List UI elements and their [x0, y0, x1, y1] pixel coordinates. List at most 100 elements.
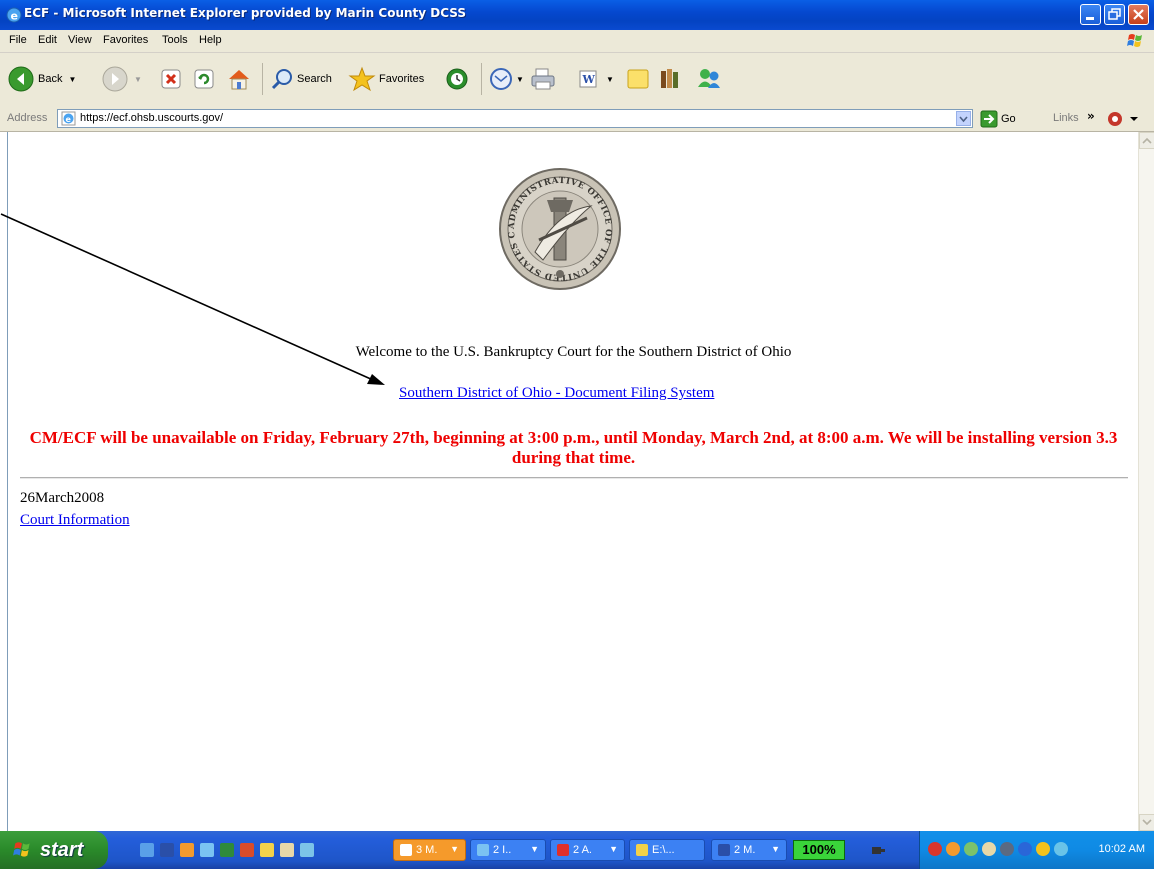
scroll-up-button[interactable] [1139, 132, 1154, 149]
home-button[interactable] [226, 63, 252, 95]
tray-security-icon[interactable] [1036, 842, 1050, 856]
ie-icon [477, 844, 489, 856]
edit-dropdown-icon[interactable]: ▼ [606, 75, 614, 84]
window-titlebar[interactable]: e ECF - Microsoft Internet Explorer prov… [0, 0, 1154, 30]
system-tray: 10:02 AM [919, 831, 1154, 869]
history-icon [446, 68, 468, 90]
quicklaunch-desktop-icon[interactable] [300, 843, 314, 857]
links-chevron-icon[interactable]: » [1087, 109, 1095, 123]
standard-toolbar: Back ▼ ▼ Search Favorites ▼ W ▼ [0, 53, 1154, 108]
tray-network-icon[interactable] [1000, 842, 1014, 856]
chevron-up-icon [1142, 137, 1152, 144]
close-button[interactable] [1128, 4, 1149, 25]
taskbar-task[interactable]: 2 A. ▼ [550, 839, 625, 861]
zoom-indicator[interactable]: 100% [793, 840, 845, 860]
forward-dropdown-icon[interactable]: ▼ [134, 75, 142, 84]
chevron-down-icon [959, 116, 968, 123]
refresh-button[interactable] [193, 63, 215, 95]
research-books-icon [661, 69, 678, 88]
outlook-icon [400, 844, 412, 856]
go-button[interactable]: Go [980, 110, 1016, 128]
favorites-button[interactable]: Favorites [348, 63, 424, 95]
refresh-icon [194, 69, 214, 89]
restore-button[interactable] [1104, 4, 1125, 25]
tray-app-icon[interactable] [982, 842, 996, 856]
messenger-button[interactable] [695, 63, 723, 95]
tray-updates-icon[interactable] [1054, 842, 1068, 856]
folder-icon [636, 844, 648, 856]
tray-sync-icon[interactable] [964, 842, 978, 856]
court-information-link[interactable]: Court Information [20, 512, 130, 529]
favorites-star-icon [348, 66, 376, 92]
quicklaunch-app-icon[interactable] [260, 843, 274, 857]
back-dropdown-icon[interactable]: ▼ [68, 75, 76, 84]
note-icon [627, 69, 649, 89]
stop-icon [161, 69, 181, 89]
acrobat-icon [557, 844, 569, 856]
taskbar-task[interactable]: 2 I.. ▼ [470, 839, 546, 861]
network-plug-icon[interactable] [870, 842, 886, 858]
document-filing-system-link[interactable]: Southern District of Ohio - Document Fil… [399, 385, 714, 402]
menu-favorites[interactable]: Favorites [103, 34, 148, 46]
tray-outlook-icon[interactable] [946, 842, 960, 856]
edit-word-button[interactable]: W ▼ [578, 63, 614, 95]
home-icon [229, 70, 249, 90]
start-button[interactable]: start [0, 831, 108, 869]
stop-button[interactable] [160, 63, 182, 95]
quicklaunch-outlook-icon[interactable] [180, 843, 194, 857]
svg-text:W: W [582, 73, 596, 86]
forward-button[interactable]: ▼ [102, 63, 142, 95]
quicklaunch-powerpoint-icon[interactable] [240, 843, 254, 857]
horizontal-rule [20, 477, 1128, 479]
links-label[interactable]: Links [1053, 112, 1079, 124]
menu-edit[interactable]: Edit [38, 34, 57, 46]
toolbar-addon-icon[interactable] [1106, 110, 1142, 128]
clock[interactable]: 10:02 AM [1099, 843, 1145, 855]
window-title: ECF - Microsoft Internet Explorer provid… [24, 6, 466, 20]
minimize-button[interactable] [1080, 4, 1101, 25]
word-icon: W [579, 70, 597, 88]
vertical-scrollbar[interactable] [1138, 132, 1154, 831]
printer-icon [531, 68, 555, 90]
taskbar-task[interactable]: E:\... [629, 839, 705, 861]
windows-flag-icon [13, 842, 30, 857]
forward-arrow-icon [102, 66, 128, 92]
address-url: https://ecf.ohsb.uscourts.gov/ [80, 112, 224, 124]
quicklaunch-folder-icon[interactable] [280, 843, 294, 857]
quicklaunch-excel-icon[interactable] [220, 843, 234, 857]
taskbar-task[interactable]: 3 M. ▼ [393, 839, 466, 861]
search-button[interactable]: Search [270, 63, 332, 95]
menu-tools[interactable]: Tools [162, 34, 188, 46]
quicklaunch-ie-icon[interactable] [140, 843, 154, 857]
mail-icon [490, 68, 512, 90]
mail-button[interactable]: ▼ [488, 63, 524, 95]
search-icon [271, 69, 292, 90]
discuss-button[interactable] [626, 63, 650, 95]
scroll-down-button[interactable] [1139, 814, 1154, 831]
chevron-down-icon: ▼ [609, 844, 618, 854]
quicklaunch-browser-icon[interactable] [200, 843, 214, 857]
tray-bluetooth-icon[interactable] [1018, 842, 1032, 856]
mail-dropdown-icon[interactable]: ▼ [516, 75, 524, 84]
ie-page-icon: e [61, 111, 76, 126]
history-button[interactable] [445, 63, 469, 95]
research-button[interactable] [658, 63, 682, 95]
ie-icon: e [6, 7, 22, 23]
menu-file[interactable]: File [9, 34, 27, 46]
address-input[interactable]: e https://ecf.ohsb.uscourts.gov/ [57, 109, 973, 128]
annotation-arrow [0, 213, 385, 385]
word-icon [718, 844, 730, 856]
chevron-down-icon: ▼ [450, 844, 459, 854]
address-dropdown-button[interactable] [956, 111, 971, 126]
taskbar-task[interactable]: 2 M. ▼ [711, 839, 787, 861]
menu-help[interactable]: Help [199, 34, 222, 46]
tray-antivirus-icon[interactable] [928, 842, 942, 856]
menu-view[interactable]: View [68, 34, 92, 46]
outage-notice: CM/ECF will be unavailable on Friday, Fe… [29, 428, 1118, 467]
date-text: 26March2008 [20, 490, 105, 506]
chevron-down-icon: ▼ [771, 844, 780, 854]
back-button[interactable]: Back ▼ [8, 63, 76, 95]
chevron-down-icon [1142, 819, 1152, 826]
quicklaunch-word-icon[interactable] [160, 843, 174, 857]
print-button[interactable] [530, 63, 556, 95]
